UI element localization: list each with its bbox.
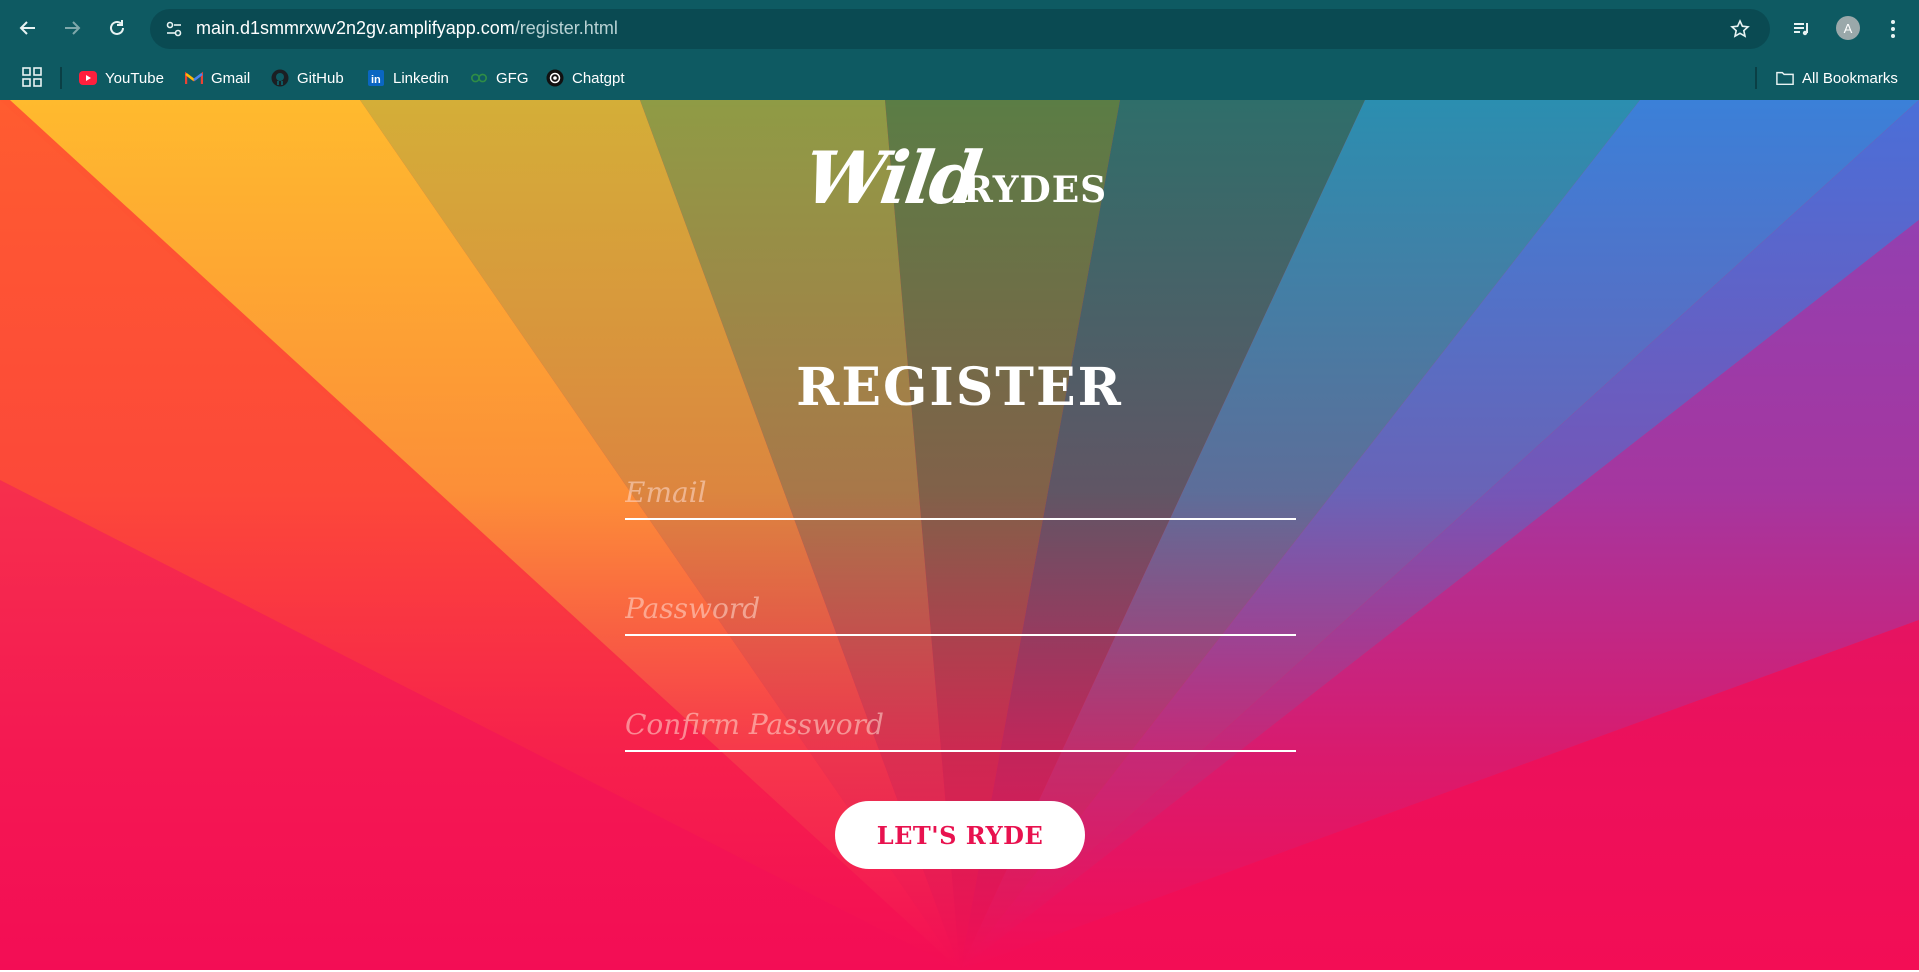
back-button[interactable]	[13, 13, 43, 43]
confirm-password-input[interactable]	[625, 698, 1296, 750]
wild-rydes-logo: Wild RYDES	[799, 135, 1115, 220]
chatgpt-icon	[546, 69, 564, 87]
forward-button[interactable]	[57, 13, 87, 43]
logo-rydes-text: RYDES	[963, 169, 1108, 211]
all-bookmarks-label: All Bookmarks	[1802, 69, 1898, 87]
bookmark-label: Chatgpt	[572, 69, 625, 87]
toolbar: main.d1smmrxwv2n2gv.amplifyapp.com/regis…	[0, 0, 1919, 58]
bookmark-youtube[interactable]: YouTube	[79, 65, 164, 91]
url-path: /register.html	[514, 18, 618, 38]
logo-wild-text: Wild	[799, 135, 984, 220]
playlist-icon	[1794, 23, 1808, 36]
password-field[interactable]	[625, 582, 1296, 636]
lets-ryde-button[interactable]: LET'S RYDE	[835, 801, 1085, 869]
star-icon	[1730, 19, 1750, 38]
youtube-icon	[79, 69, 97, 87]
svg-text:in: in	[371, 74, 381, 86]
media-controls-button[interactable]	[1787, 14, 1817, 44]
bookmark-gfg[interactable]: GFG	[470, 65, 529, 91]
bookmark-label: Linkedin	[393, 69, 449, 87]
bookmark-gmail[interactable]: Gmail	[185, 65, 250, 91]
bookmarks-divider	[60, 67, 62, 89]
reload-button[interactable]	[102, 13, 132, 43]
page-title: REGISTER	[796, 357, 1123, 418]
password-input[interactable]	[625, 582, 1296, 634]
bookmark-label: GitHub	[297, 69, 344, 87]
tune-icon	[166, 21, 182, 37]
confirm-password-field[interactable]	[625, 698, 1296, 752]
browser-menu-button[interactable]	[1878, 14, 1908, 44]
bookmark-chatgpt[interactable]: Chatgpt	[546, 65, 625, 91]
email-input[interactable]	[625, 466, 1296, 518]
reload-icon	[110, 20, 124, 35]
address-bar[interactable]: main.d1smmrxwv2n2gv.amplifyapp.com/regis…	[150, 9, 1770, 49]
apps-button[interactable]	[22, 67, 44, 89]
browser-chrome: main.d1smmrxwv2n2gv.amplifyapp.com/regis…	[0, 0, 1919, 100]
email-field[interactable]	[625, 466, 1296, 520]
gfg-icon	[470, 69, 488, 87]
folder-icon	[1776, 69, 1794, 87]
profile-avatar[interactable]: A	[1836, 16, 1860, 40]
gmail-icon	[185, 69, 203, 87]
bookmark-linkedin[interactable]: in Linkedin	[367, 65, 449, 91]
linkedin-icon: in	[367, 69, 385, 87]
apps-grid-icon	[22, 67, 42, 87]
bookmark-label: GFG	[496, 69, 529, 87]
site-info-button[interactable]	[160, 15, 188, 43]
bookmarks-bar: YouTube Gmail GitHub in Linkedin GFG Cha…	[0, 58, 1919, 100]
bookmark-label: YouTube	[105, 69, 164, 87]
url-host: main.d1smmrxwv2n2gv.amplifyapp.com	[196, 18, 515, 38]
bookmarks-divider	[1755, 67, 1757, 89]
arrow-left-icon	[19, 21, 35, 35]
more-vertical-icon	[1891, 20, 1895, 38]
url-text: main.d1smmrxwv2n2gv.amplifyapp.com/regis…	[196, 18, 618, 39]
bookmark-github[interactable]: GitHub	[271, 65, 344, 91]
bookmark-label: Gmail	[211, 69, 251, 87]
bookmark-star-button[interactable]	[1726, 15, 1754, 43]
github-icon	[271, 69, 289, 87]
all-bookmarks-button[interactable]: All Bookmarks	[1776, 65, 1898, 91]
arrow-right-icon	[65, 21, 81, 35]
